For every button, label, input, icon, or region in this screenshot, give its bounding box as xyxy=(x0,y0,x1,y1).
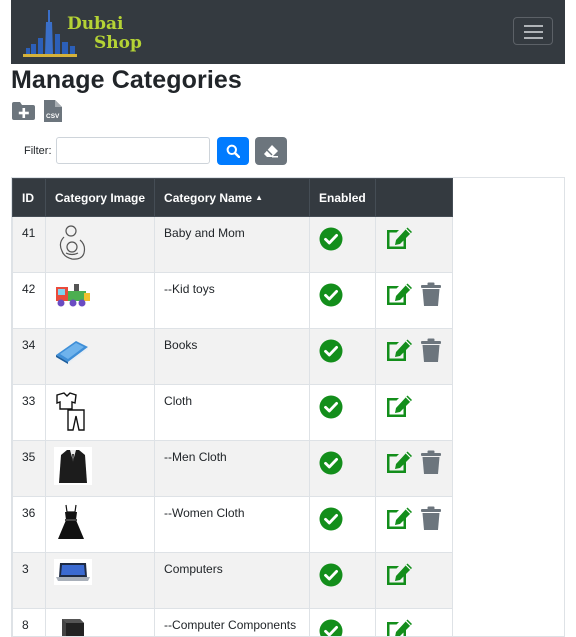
check-circle-icon[interactable] xyxy=(319,339,343,363)
cell-enabled xyxy=(310,553,376,609)
trash-icon[interactable] xyxy=(420,282,442,307)
categories-table: ID Category Image Category Name▲ Enabled… xyxy=(12,178,453,637)
cell-image xyxy=(46,217,155,273)
search-icon xyxy=(226,144,240,158)
table-header-row: ID Category Image Category Name▲ Enabled xyxy=(13,179,453,217)
cell-image xyxy=(46,441,155,497)
table-row: 33 Cloth xyxy=(13,385,453,441)
col-enabled[interactable]: Enabled xyxy=(310,179,376,217)
col-name[interactable]: Category Name▲ xyxy=(155,179,310,217)
edit-icon[interactable] xyxy=(385,282,414,307)
cell-actions xyxy=(375,217,452,273)
check-circle-icon[interactable] xyxy=(319,507,343,531)
trash-icon[interactable] xyxy=(420,338,442,363)
table-row: 35 --Men Cloth xyxy=(13,441,453,497)
cell-id: 42 xyxy=(13,273,46,329)
cell-name: --Men Cloth xyxy=(155,441,310,497)
clear-filter-button[interactable] xyxy=(255,137,287,165)
edit-icon[interactable] xyxy=(385,394,414,419)
table-row: 3 Computers xyxy=(13,553,453,609)
edit-icon[interactable] xyxy=(385,450,414,475)
cell-image xyxy=(46,273,155,329)
cell-name: Computers xyxy=(155,553,310,609)
page-title: Manage Categories xyxy=(11,66,242,95)
search-button[interactable] xyxy=(217,137,249,165)
laptop-icon xyxy=(54,574,92,588)
cell-id: 36 xyxy=(13,497,46,553)
brand-logo[interactable]: Dubai Shop xyxy=(21,8,146,58)
check-circle-icon[interactable] xyxy=(319,563,343,587)
categories-table-container: ID Category Image Category Name▲ Enabled… xyxy=(11,177,565,637)
suit-icon xyxy=(54,474,92,488)
book-icon xyxy=(54,354,90,368)
cell-actions xyxy=(375,497,452,553)
cell-id: 35 xyxy=(13,441,46,497)
caret-up-icon: ▲ xyxy=(255,193,263,202)
dress-icon xyxy=(54,532,88,546)
table-row: 34 Books xyxy=(13,329,453,385)
check-circle-icon[interactable] xyxy=(319,227,343,251)
eraser-icon xyxy=(263,144,279,158)
cell-name: Cloth xyxy=(155,385,310,441)
edit-icon[interactable] xyxy=(385,618,414,637)
filter-input[interactable] xyxy=(56,137,210,164)
cell-id: 33 xyxy=(13,385,46,441)
cell-enabled xyxy=(310,441,376,497)
table-row: 41 Baby and Mom xyxy=(13,217,453,273)
folder-plus-icon[interactable] xyxy=(11,101,36,121)
check-circle-icon[interactable] xyxy=(319,451,343,475)
nav-toggle-button[interactable] xyxy=(513,17,553,45)
cell-enabled xyxy=(310,385,376,441)
csv-file-icon[interactable]: CSV xyxy=(43,99,63,123)
edit-icon[interactable] xyxy=(385,506,414,531)
edit-icon[interactable] xyxy=(385,226,414,251)
cell-id: 41 xyxy=(13,217,46,273)
toy-train-icon xyxy=(54,298,92,312)
col-id[interactable]: ID xyxy=(13,179,46,217)
cell-enabled xyxy=(310,217,376,273)
cell-image xyxy=(46,553,155,609)
cell-id: 34 xyxy=(13,329,46,385)
cell-actions xyxy=(375,273,452,329)
hamburger-icon xyxy=(524,25,543,27)
brand-line2: Shop xyxy=(94,34,142,52)
navbar: Dubai Shop xyxy=(11,0,565,64)
cell-name: --Women Cloth xyxy=(155,497,310,553)
trash-icon[interactable] xyxy=(420,506,442,531)
col-image: Category Image xyxy=(46,179,155,217)
table-row: 36 --Women Cloth xyxy=(13,497,453,553)
cell-enabled xyxy=(310,273,376,329)
edit-icon[interactable] xyxy=(385,338,414,363)
cell-image xyxy=(46,329,155,385)
check-circle-icon[interactable] xyxy=(319,619,343,637)
col-actions xyxy=(375,179,452,217)
cell-enabled xyxy=(310,329,376,385)
cell-name: Baby and Mom xyxy=(155,217,310,273)
cell-actions xyxy=(375,553,452,609)
cell-actions xyxy=(375,441,452,497)
table-row: 42 --Kid toys xyxy=(13,273,453,329)
trash-icon[interactable] xyxy=(420,450,442,475)
baby-mom-icon xyxy=(54,252,90,266)
cell-enabled xyxy=(310,497,376,553)
clothes-icon xyxy=(54,420,88,434)
filter-label: Filter: xyxy=(24,145,52,157)
check-circle-icon[interactable] xyxy=(319,395,343,419)
cell-image xyxy=(46,385,155,441)
cell-name: --Kid toys xyxy=(155,273,310,329)
svg-text:CSV: CSV xyxy=(46,113,60,120)
cell-image xyxy=(46,497,155,553)
cell-id: 3 xyxy=(13,553,46,609)
cell-actions xyxy=(375,329,452,385)
cell-name: Books xyxy=(155,329,310,385)
check-circle-icon[interactable] xyxy=(319,283,343,307)
edit-icon[interactable] xyxy=(385,562,414,587)
cell-actions xyxy=(375,385,452,441)
brand-line1: Dubai xyxy=(67,15,123,33)
